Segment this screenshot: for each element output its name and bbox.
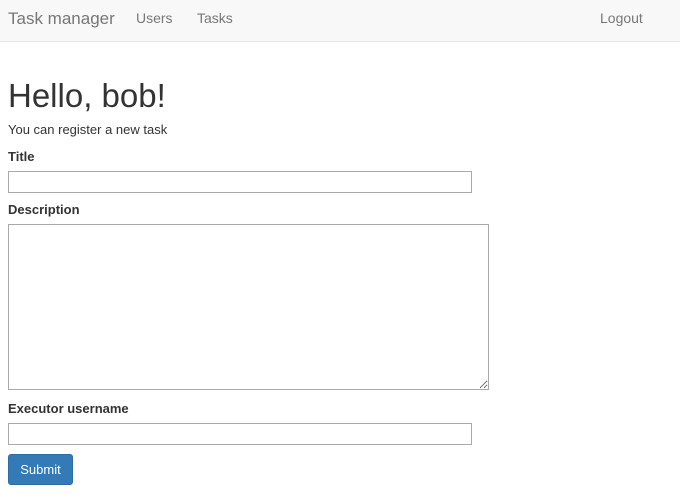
- title-input[interactable]: [8, 171, 472, 193]
- executor-username-input[interactable]: [8, 423, 472, 445]
- brand-link[interactable]: Task manager: [8, 9, 115, 29]
- executor-username-label: Executor username: [8, 401, 129, 416]
- page-title: Hello, bob!: [8, 77, 166, 114]
- title-label: Title: [8, 149, 35, 164]
- logout-link[interactable]: Logout: [600, 10, 643, 26]
- nav-link-users[interactable]: Users: [136, 10, 173, 26]
- description-textarea[interactable]: [8, 224, 489, 390]
- top-navbar: Task manager Users Tasks Logout: [0, 0, 680, 42]
- nav-link-tasks[interactable]: Tasks: [197, 10, 233, 26]
- submit-button[interactable]: Submit: [8, 454, 73, 485]
- page-subtitle: You can register a new task: [8, 122, 168, 137]
- description-label: Description: [8, 202, 80, 217]
